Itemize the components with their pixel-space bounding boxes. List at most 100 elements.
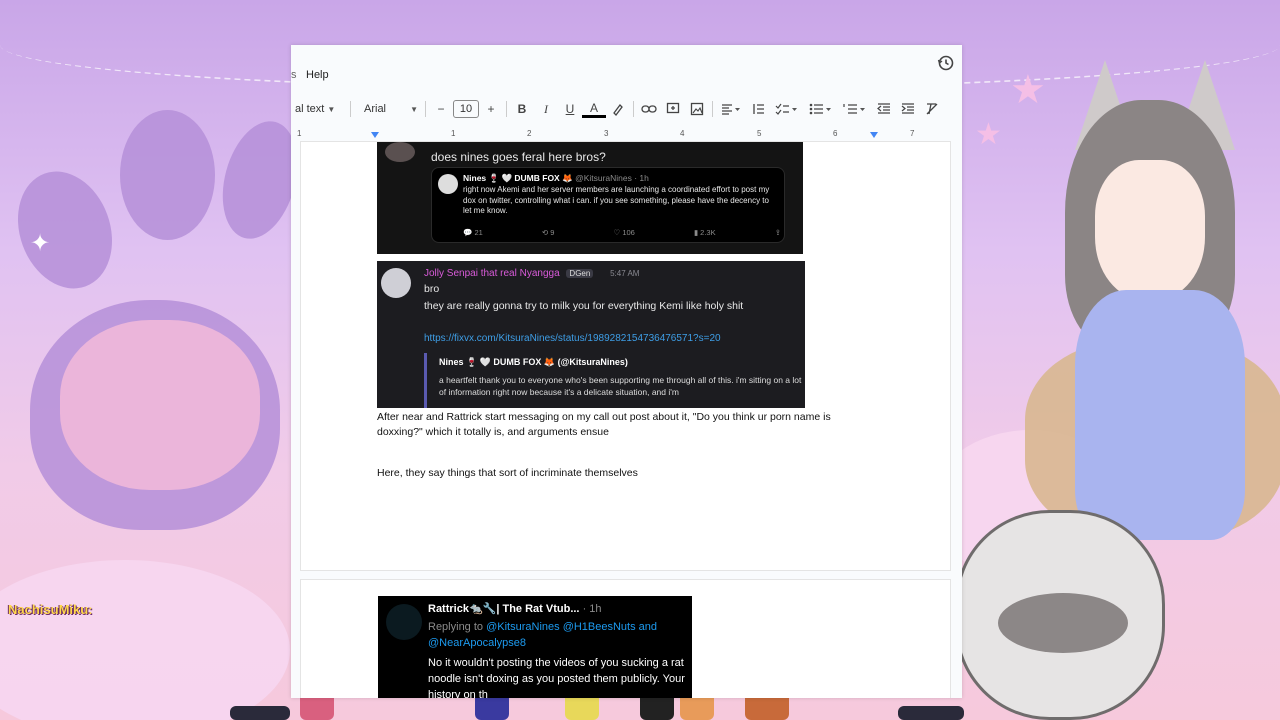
font-dropdown[interactable]: Arial ▼ [354,98,422,120]
numbered-list-dropdown[interactable] [838,98,872,120]
styles-dropdown[interactable]: al text ▼ [291,98,347,120]
toolbar-divider [633,101,634,117]
pixel-car-sprite [898,706,964,720]
reply-and: and [638,621,658,633]
bold-button[interactable]: B [510,98,534,120]
tweet-name: Nines 🍷 🤍 DUMB FOX 🦊 [463,173,573,183]
tweet-handle: @KitsuraNines · 1h [575,173,649,183]
menu-bar: s Help [291,65,962,89]
align-dropdown[interactable] [716,98,746,120]
ruler-tick: 1 [451,129,456,138]
ruler-tick: 1 [297,129,302,138]
font-size-input[interactable]: 10 [453,100,479,118]
toolbar-divider [506,101,507,117]
add-comment-icon[interactable] [661,98,685,120]
insert-link-icon[interactable] [637,98,661,120]
font-label: Arial [364,103,387,115]
message-line: they are really gonna try to milk you fo… [424,300,744,312]
view-count: ▮ 2.3K [693,228,716,237]
ruler-tick: 4 [680,129,685,138]
discord-message-header: Jolly Senpai that real Nyangga DGen 5:47… [424,268,639,279]
tweet-body: right now Akemi and her server members a… [463,185,770,215]
chevron-down-icon: ▼ [410,104,418,114]
version-history-icon[interactable] [936,53,956,73]
avatar-cat-companion [955,510,1165,720]
embedded-screenshot-discord: Jolly Senpai that real Nyangga DGen 5:47… [377,261,805,408]
tweet-body: No it wouldn't posting the videos of you… [428,657,685,698]
embed-body: a heartfelt thank you to everyone who's … [439,375,802,397]
like-count: ♡ 106 [613,228,635,237]
server-tag: DGen [566,269,594,278]
toolbar-divider [712,101,713,117]
message-text: does nines goes feral here bros? [431,150,606,164]
message-link: https://fixvx.com/KitsuraNines/status/19… [424,333,721,344]
discord-username: Jolly Senpai that real Nyangga [424,268,560,279]
decrease-font-size-button[interactable]: − [429,98,453,120]
doc-paragraph: Here, they say things that sort of incri… [377,467,638,479]
checklist-dropdown[interactable] [770,98,804,120]
avatar-body [1075,290,1245,540]
tweet-author: Rattrick🐀🔧| The Rat Vtub... · 1h [428,602,602,615]
avatar [386,604,422,640]
menu-item-help[interactable]: Help [306,69,329,81]
right-indent-marker[interactable] [870,132,878,138]
retweet-count: ⟲ 9 [541,228,555,237]
chevron-down-icon: ▼ [327,104,336,114]
paw-toe [120,110,215,240]
link-embed: Nines 🍷 🤍 DUMB FOX 🦊 (@KitsuraNines) a h… [424,353,804,408]
doc-paragraph: After near and Rattrick start messaging … [377,411,831,438]
decrease-indent-icon[interactable] [872,98,896,120]
ruler-tick: 6 [833,129,838,138]
styles-label: al text [295,103,325,115]
chat-username: NachisuMiku: [8,602,93,617]
google-docs-window: s Help al text ▼ Arial ▼ − 10 + B I U A [291,45,962,698]
toolbar-divider [425,101,426,117]
replying-to-label: Replying to [428,621,484,633]
reply-mention: @NearApocalypse8 [428,637,526,649]
avatar [381,268,411,298]
tweet-author: Nines 🍷 🤍 DUMB FOX 🦊 @KitsuraNines · 1h [463,173,649,184]
reply-count: 💬 21 [463,228,483,237]
italic-button[interactable]: I [534,98,558,120]
underline-button[interactable]: U [558,98,582,120]
embedded-screenshot-tweet: does nines goes feral here bros? Nines 🍷… [377,142,803,254]
document-page[interactable]: does nines goes feral here bros? Nines 🍷… [300,141,951,571]
paw-pad [60,320,260,490]
retweet-count-value: 9 [550,228,555,237]
paw-toe [2,158,128,302]
line-spacing-icon[interactable] [746,98,770,120]
ruler-tick: 5 [757,129,762,138]
formatting-toolbar: al text ▼ Arial ▼ − 10 + B I U A [291,97,962,121]
tweet-stats: 💬 21 ⟲ 9 ♡ 106 ▮ 2.3K ⇪ [463,228,781,237]
avatar [385,142,415,162]
highlight-pen-icon[interactable] [606,98,630,120]
share-icon: ⇪ [774,228,781,237]
reply-count-value: 21 [474,228,483,237]
sparkle-icon: ✦ [30,230,51,257]
insert-image-icon[interactable] [685,98,709,120]
text-color-button[interactable]: A [582,100,606,118]
embedded-screenshot-reply-tweet: Rattrick🐀🔧| The Rat Vtub... · 1h Replyin… [378,596,692,698]
increase-indent-icon[interactable] [896,98,920,120]
increase-font-size-button[interactable]: + [479,98,503,120]
cat-face [998,593,1128,653]
menu-item-partial[interactable]: s [291,69,297,81]
avatar [438,174,458,194]
document-ruler[interactable]: 1 1 2 3 4 5 6 7 [291,129,962,141]
like-count-value: 106 [622,228,635,237]
toolbar-divider [350,101,351,117]
bulleted-list-dropdown[interactable] [804,98,838,120]
tweet-time: · 1h [582,603,602,615]
message-timestamp: 5:47 AM [610,269,640,278]
vtuber-avatar [955,40,1280,720]
ruler-tick: 2 [527,129,532,138]
document-page[interactable]: Rattrick🐀🔧| The Rat Vtub... · 1h Replyin… [300,579,951,698]
replying-to: Replying to @KitsuraNines @H1BeesNuts an… [428,619,688,651]
clear-formatting-icon[interactable] [920,98,944,120]
avatar-face [1095,160,1205,300]
tweet-name: Rattrick🐀🔧| The Rat Vtub... [428,603,580,615]
indent-marker[interactable] [371,132,379,138]
pixel-car-sprite [230,706,290,720]
ruler-tick: 3 [604,129,609,138]
view-count-value: 2.3K [700,228,716,237]
